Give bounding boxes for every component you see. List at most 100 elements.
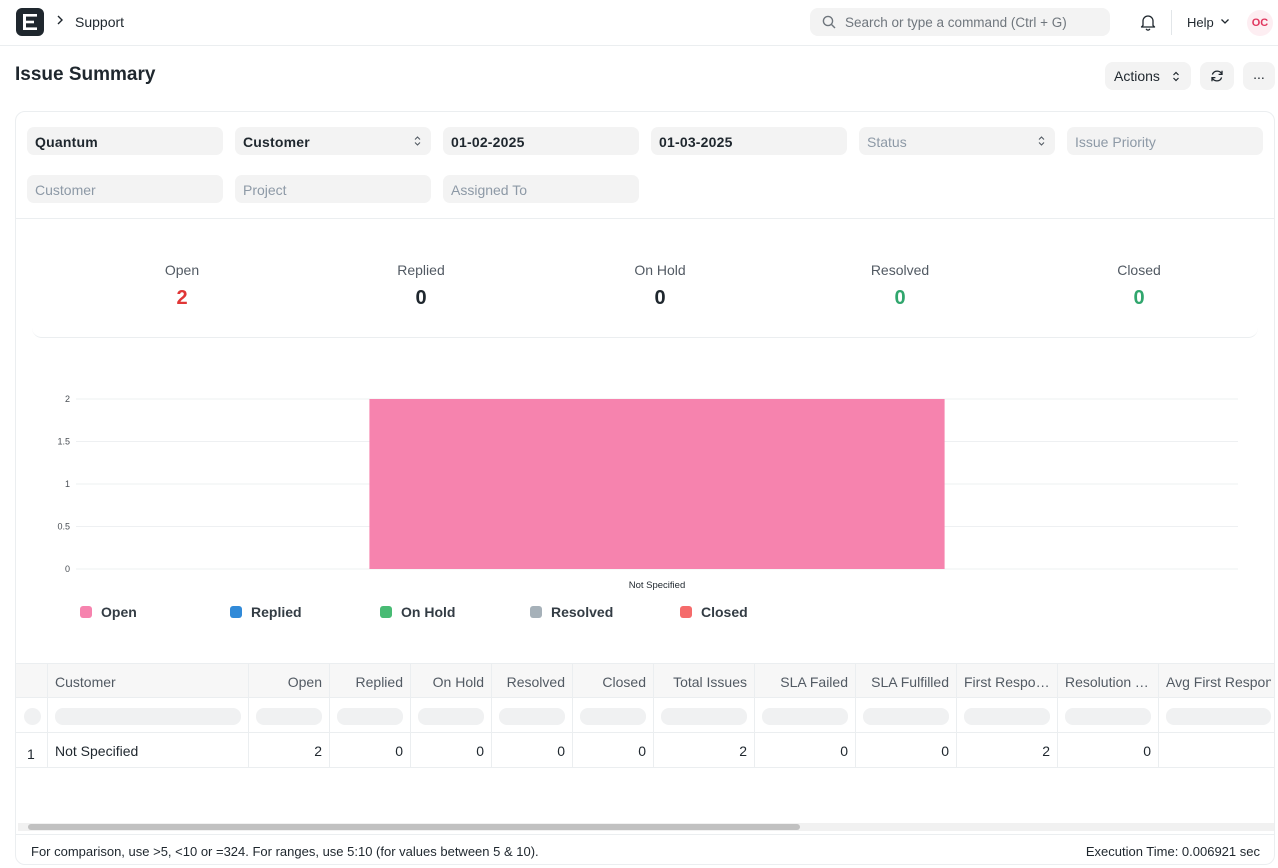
column-filter-input[interactable] [580,708,646,725]
summary-replied: Replied 0 [321,262,521,310]
column-filter-input[interactable] [499,708,565,725]
customer-filter[interactable]: Customer [27,175,223,203]
summary-on-hold: On Hold 0 [560,262,760,310]
column-filter-cell[interactable] [1159,698,1274,732]
actions-button[interactable]: Actions [1105,62,1191,90]
legend-item-closed[interactable]: Closed [680,604,748,620]
table-cell[interactable]: 0 [856,733,957,767]
column-filter-cell[interactable] [957,698,1058,732]
table-cell[interactable]: 0 [411,733,492,767]
user-avatar[interactable]: OC [1247,10,1273,36]
column-filter-cell[interactable] [249,698,330,732]
column-filter-input[interactable] [863,708,949,725]
table-cell[interactable]: 2 [249,733,330,767]
column-header[interactable]: Replied [330,664,411,697]
column-filter-input[interactable] [1065,708,1151,725]
based-on-select[interactable]: Customer [235,127,431,155]
notification-bell-icon[interactable] [1140,13,1156,31]
column-header[interactable]: Closed [573,664,654,697]
to-date-field[interactable]: 01-03-2025 [651,127,847,155]
cell-value: 0 [395,743,403,759]
project-filter[interactable]: Project [235,175,431,203]
search-bar[interactable] [810,8,1110,36]
filter-toggle-checkbox[interactable] [24,708,41,725]
column-filter-cell[interactable] [411,698,492,732]
table-row[interactable]: 1 Not Specified 2 0 0 0 0 2 0 0 2 0 [16,733,1274,768]
cell-value: 0 [476,743,484,759]
horizontal-scrollbar[interactable] [18,823,1274,831]
from-date-field[interactable]: 01-02-2025 [443,127,639,155]
column-header[interactable]: Resolution Time [1058,664,1159,697]
column-header[interactable]: Customer [48,664,249,697]
table-cell[interactable]: 0 [492,733,573,767]
breadcrumb-support[interactable]: Support [75,14,124,30]
column-header[interactable]: Total Issues [654,664,755,697]
table-cell[interactable]: 2 [957,733,1058,767]
table-cell[interactable]: 0 [1058,733,1159,767]
column-header[interactable]: Resolved [492,664,573,697]
y-tick-label: 2 [65,394,70,404]
chevron-down-icon[interactable] [1220,18,1230,25]
filter-row-toggle[interactable] [16,698,48,732]
y-tick-label: 1.5 [57,437,70,447]
issue-priority-field[interactable]: Issue Priority [1067,127,1263,155]
row-index-header[interactable] [16,664,48,697]
summary-value: 2 [176,287,188,309]
column-header[interactable]: Open [249,664,330,697]
summary-resolved: Resolved 0 [800,262,1000,310]
search-input[interactable] [845,8,1105,36]
scrollbar-thumb[interactable] [28,824,800,830]
table-cell[interactable]: 2 [654,733,755,767]
column-header[interactable]: First Response Time [957,664,1058,697]
column-filter-input[interactable] [256,708,322,725]
column-header[interactable]: SLA Fulfilled [856,664,957,697]
row-index-cell[interactable]: 1 [16,733,48,767]
legend-item-resolved[interactable]: Resolved [530,604,613,620]
filter-hint: For comparison, use >5, <10 or =324. For… [31,844,539,859]
column-filter-cell[interactable] [755,698,856,732]
column-filter-input[interactable] [1166,708,1271,725]
column-filter-input[interactable] [55,708,241,725]
table-cell[interactable]: 0 [330,733,411,767]
summary-value: 0 [654,287,666,309]
refresh-button[interactable] [1200,62,1234,90]
column-filter-input[interactable] [418,708,484,725]
summary-label: Replied [397,262,445,278]
company-filter[interactable]: Quantum [27,127,223,155]
actions-label: Actions [1114,68,1160,84]
column-header[interactable]: SLA Failed [755,664,856,697]
cell-value: Not Specified [55,743,139,759]
more-options-button[interactable]: ... [1243,62,1275,90]
column-filter-cell[interactable] [573,698,654,732]
table-cell[interactable]: 0 [573,733,654,767]
column-filter-input[interactable] [337,708,403,725]
table-cell[interactable]: Not Specified [48,733,249,767]
column-filter-cell[interactable] [492,698,573,732]
column-filter-input[interactable] [661,708,747,725]
table-cell[interactable]: 0 [755,733,856,767]
column-header-label: Total Issues [673,674,747,690]
legend-item-on-hold[interactable]: On Hold [380,604,455,620]
help-dropdown[interactable]: Help [1187,15,1214,30]
status-select[interactable]: Status [859,127,1055,155]
column-filter-input[interactable] [762,708,848,725]
app-logo[interactable] [16,8,44,36]
chart-bar-open[interactable] [369,399,945,569]
column-filter-cell[interactable] [856,698,957,732]
column-filter-cell[interactable] [48,698,249,732]
table-cell[interactable] [1159,733,1274,767]
column-filter-input[interactable] [964,708,1050,725]
x-tick-label: Not Specified [629,580,686,591]
filter-area: Quantum Customer 01-02-2025 01-03-2025 S… [16,112,1274,219]
column-header-label: Closed [602,674,646,690]
column-header[interactable]: Avg First Response [1159,664,1274,697]
column-filter-cell[interactable] [330,698,411,732]
column-filter-cell[interactable] [654,698,755,732]
legend-item-open[interactable]: Open [80,604,137,620]
column-filter-cell[interactable] [1058,698,1159,732]
assigned-to-filter[interactable]: Assigned To [443,175,639,203]
from-date-value: 01-02-2025 [451,134,525,150]
select-arrows-icon [1173,71,1179,82]
legend-item-replied[interactable]: Replied [230,604,302,620]
column-header[interactable]: On Hold [411,664,492,697]
